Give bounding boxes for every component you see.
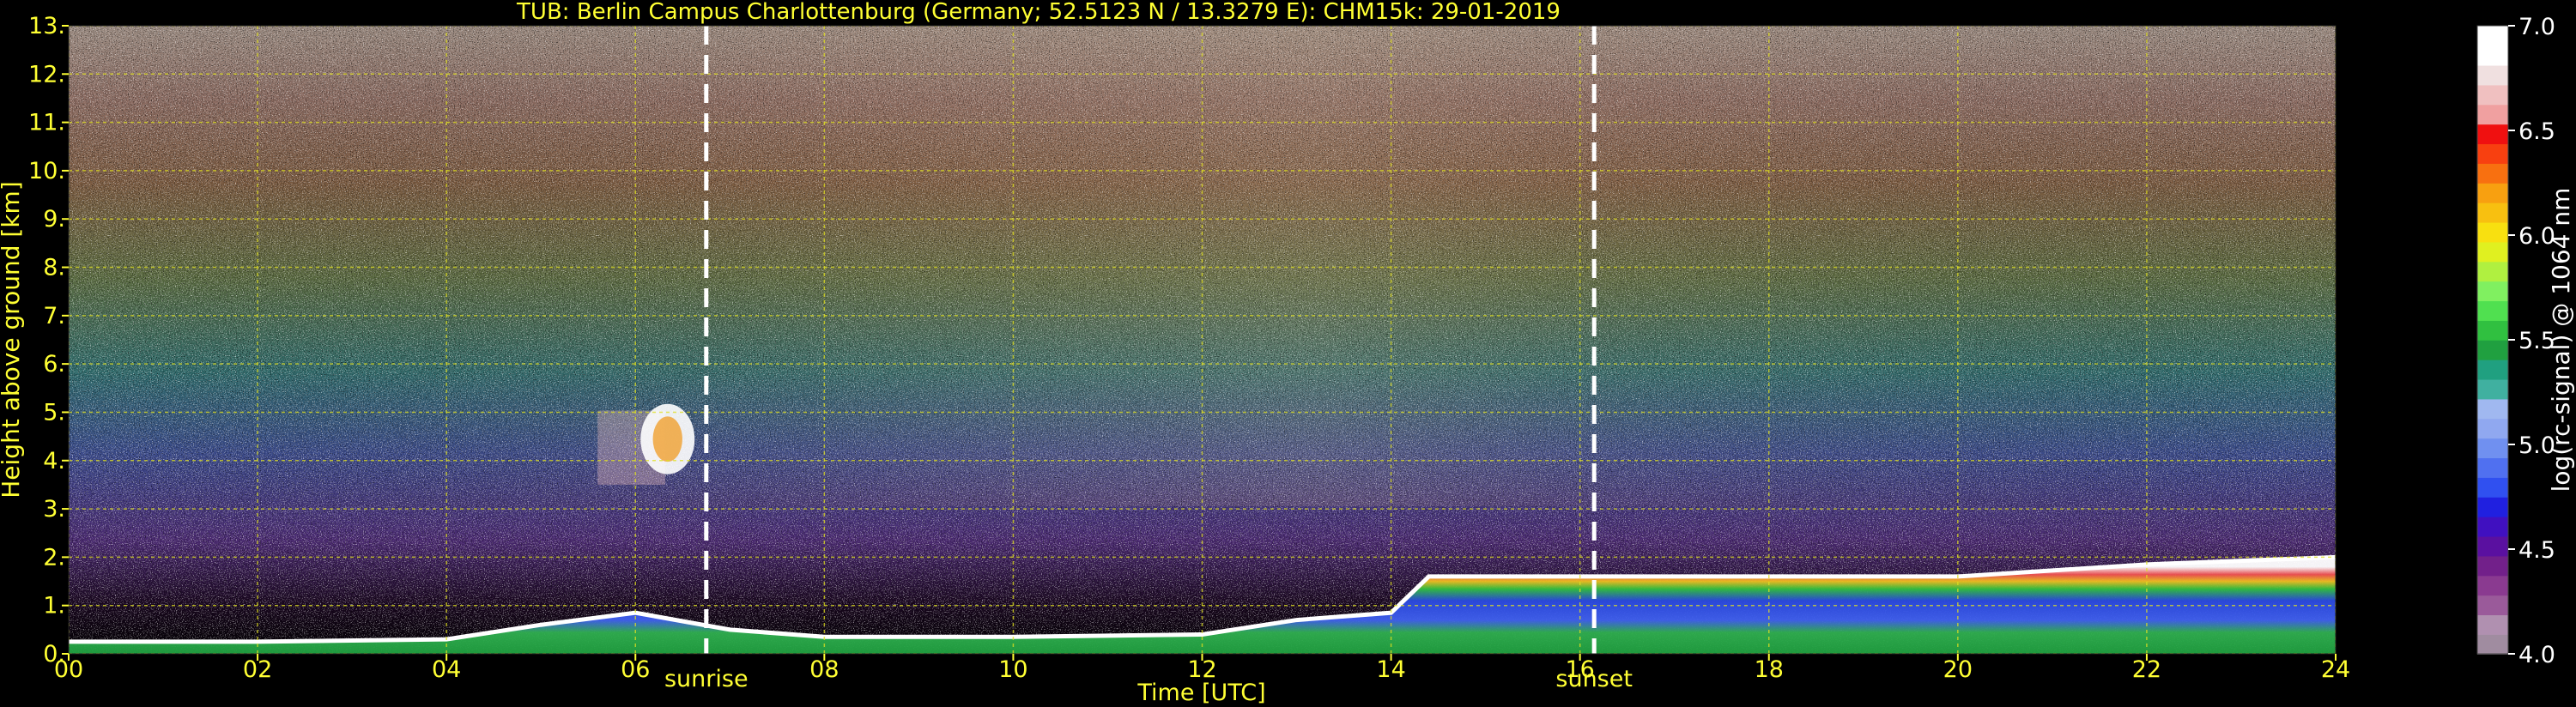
x-tick-label: 20 xyxy=(1943,656,1973,683)
x-tick-label: 10 xyxy=(998,656,1027,683)
colorbar-segment xyxy=(2477,163,2508,184)
colorbar-segment xyxy=(2477,340,2508,360)
y-tick-label: 9. xyxy=(43,206,65,233)
y-tick-label: 2. xyxy=(43,544,65,571)
y-tick-label: 4. xyxy=(43,448,65,474)
colorbar-tick-label: 4.0 xyxy=(2518,642,2555,668)
colorbar-segment xyxy=(2477,45,2508,66)
x-tick-label: 08 xyxy=(809,656,839,683)
y-tick-label: 1. xyxy=(43,593,65,619)
x-axis-ticks: 00 02 04 06 08 10 12 14 16 18 20 22 24 xyxy=(54,654,2350,683)
colorbar-segment xyxy=(2477,300,2508,321)
y-axis-ticks: 0. 1. 2. 3. 4. 5. 6. 7. 8. 9. 10. 11. 12. 13. xyxy=(28,13,69,668)
y-tick-label: 3. xyxy=(43,496,65,523)
colorbar-segment xyxy=(2477,221,2508,243)
y-tick-label: 12. xyxy=(28,61,65,88)
x-tick-label: 22 xyxy=(2132,656,2161,683)
colorbar-segment xyxy=(2477,64,2508,86)
colorbar-segment xyxy=(2477,378,2508,400)
y-tick-label: 13. xyxy=(28,13,65,39)
y-tick-label: 8. xyxy=(43,255,65,281)
colorbar xyxy=(2476,25,2509,655)
colorbar-segment xyxy=(2477,516,2508,537)
colorbar-segment xyxy=(2477,183,2508,203)
colorbar-segment xyxy=(2477,261,2508,282)
colorbar-segment xyxy=(2477,477,2508,498)
colorbar-segment xyxy=(2477,457,2508,478)
colorbar-tick-label: 4.5 xyxy=(2518,537,2555,564)
y-tick-label: 10. xyxy=(28,158,65,184)
y-axis-label: Height above ground [km] xyxy=(0,181,25,499)
colorbar-segment xyxy=(2477,26,2508,46)
y-tick-label: 7. xyxy=(43,303,65,329)
vline-label-sunrise: sunrise xyxy=(664,666,749,692)
y-tick-label: 11. xyxy=(28,110,65,136)
colorbar-tick-label: 7.0 xyxy=(2518,14,2555,40)
colorbar-segment xyxy=(2477,84,2508,106)
colorbar-segment xyxy=(2477,124,2508,145)
x-tick-label: 02 xyxy=(243,656,272,683)
y-tick-label: 5. xyxy=(43,399,65,426)
x-tick-label: 06 xyxy=(621,656,650,683)
x-tick-label: 18 xyxy=(1755,656,1784,683)
x-tick-label: 14 xyxy=(1376,656,1405,683)
colorbar-segment xyxy=(2477,497,2508,517)
colorbar-segment xyxy=(2477,398,2508,420)
x-tick-label: 04 xyxy=(432,656,461,683)
colorbar-segment xyxy=(2477,555,2508,577)
colorbar-tick-label: 6.5 xyxy=(2518,118,2555,145)
heatmap-noise-dark xyxy=(69,26,2336,654)
colorbar-segment xyxy=(2477,595,2508,616)
y-tick-label: 6. xyxy=(43,351,65,378)
y-tick-label: 0. xyxy=(43,641,65,668)
colorbar-segment xyxy=(2477,614,2508,635)
ceilometer-chart: TUB: Berlin Campus Charlottenburg (Germa… xyxy=(0,0,2575,706)
vline-label-sunset: sunset xyxy=(1555,666,1633,692)
colorbar-segment xyxy=(2477,634,2508,655)
colorbar-segment xyxy=(2477,281,2508,302)
colorbar-segment xyxy=(2477,359,2508,380)
colorbar-segment xyxy=(2477,575,2508,596)
colorbar-segment xyxy=(2477,438,2508,459)
x-tick-label: 24 xyxy=(2321,656,2350,683)
colorbar-segment xyxy=(2477,104,2508,125)
x-axis-label: Time [UTC] xyxy=(1136,680,1265,706)
cloud-patch-core xyxy=(652,416,682,462)
colorbar-label: log(rc-signal) @ 1064 nm xyxy=(2547,188,2575,492)
colorbar-segment xyxy=(2477,418,2508,439)
colorbar-segment xyxy=(2477,241,2508,263)
colorbar-segment xyxy=(2477,535,2508,557)
chart-title: TUB: Berlin Campus Charlottenburg (Germa… xyxy=(516,0,1561,25)
colorbar-segment xyxy=(2477,143,2508,164)
colorbar-segment xyxy=(2477,320,2508,341)
colorbar-segment xyxy=(2477,202,2508,223)
